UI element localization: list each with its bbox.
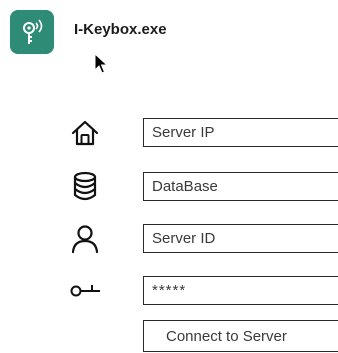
connect-to-server-button[interactable]: Connect to Server: [143, 320, 338, 352]
key-wireless-icon: [10, 10, 54, 54]
server-id-input[interactable]: [143, 224, 338, 253]
app-window: I-Keybox.exe Connect to Server: [0, 0, 338, 353]
app-title: I-Keybox.exe: [74, 21, 167, 38]
user-icon: [71, 225, 99, 254]
mouse-pointer-icon: [94, 53, 109, 74]
database-input[interactable]: [143, 172, 338, 201]
server-ip-input[interactable]: [143, 118, 338, 147]
key-icon: [70, 285, 100, 297]
database-icon: [73, 171, 97, 201]
password-input[interactable]: [143, 276, 338, 305]
home-icon: [71, 120, 99, 146]
